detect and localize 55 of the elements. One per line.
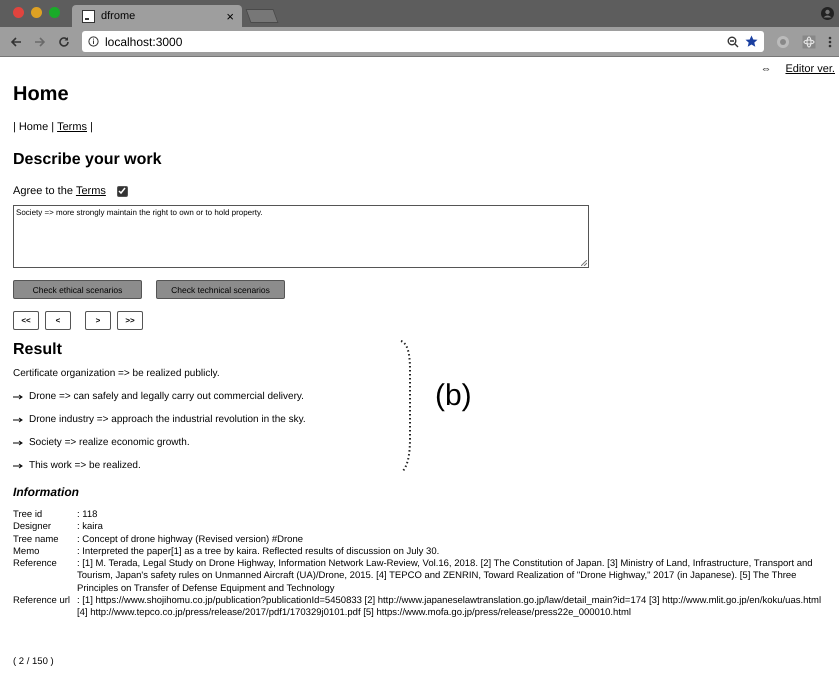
result-text: Drone => can safely and legally carry out commercial delivery.	[29, 391, 304, 402]
pager-button[interactable]: >	[85, 311, 111, 330]
profile-icon[interactable]	[821, 7, 834, 20]
pager-button[interactable]: <	[45, 311, 71, 330]
info-label: Memo	[13, 546, 40, 558]
agree-label: Agree to the	[13, 185, 73, 197]
nav-separator: |	[90, 121, 93, 133]
info-label: Tree id	[13, 509, 44, 522]
result-text: Certificate organization => be realized publicly.	[13, 368, 220, 379]
info-value: : Interpreted the paper[1] as a tree by kaira. Reflected results of discussion on July 30.	[77, 546, 440, 558]
info-icon[interactable]	[88, 36, 99, 47]
address-bar[interactable]: localhost:3000	[82, 31, 764, 52]
atom-extension-icon[interactable]	[802, 34, 816, 48]
nav-separator: |	[51, 121, 54, 133]
result-text: This work => be realized.	[29, 460, 141, 471]
info-value: : [1] https://www.shojihomu.co.jp/publication?publicationId=5450833 [2] http://www.japaneselawtranslation.go.jp/law/detail_main?id=174 [3] http://www.mlit.go.jp/en/koku/uas.html [4] http://www.tepco.co.jp/press/release/2017/pdf1/170329j0101.pdf [5] https://www.mofa.go.jp/press/release/press22e_000010.html	[77, 595, 822, 620]
check-scenarios-button[interactable]: Check technical scenarios	[156, 280, 285, 299]
page-icon	[82, 10, 95, 22]
star-icon[interactable]	[745, 35, 758, 48]
nav-link[interactable]: Terms	[57, 121, 88, 133]
info-value: : Concept of drone highway (Revised version) #Drone	[77, 534, 304, 546]
info-label: Designer	[13, 521, 52, 534]
close-tab-button[interactable]: ×	[226, 8, 234, 24]
info-label: Reference url	[13, 595, 72, 608]
info-label: Reference	[13, 558, 58, 572]
agree-checkbox[interactable]	[116, 186, 128, 196]
back-icon[interactable]	[10, 36, 22, 48]
description-field[interactable]: Society => more strongly maintain the right to own or to hold property.	[13, 205, 589, 268]
check-scenarios-button[interactable]: Check ethical scenarios	[13, 280, 142, 299]
information-heading: Information	[13, 484, 80, 500]
section-heading: Describe your work	[13, 150, 162, 170]
info-value: : kaira	[77, 521, 104, 534]
result-text: Society => realize economic growth.	[29, 437, 190, 448]
tab-title: dfrome	[101, 10, 136, 22]
reload-icon[interactable]	[58, 36, 70, 48]
pager-button[interactable]: <<	[13, 311, 39, 330]
page-count: ( 2 / 150 )	[13, 656, 55, 667]
minimize-window-icon[interactable]	[31, 7, 42, 18]
info-value: : [1] M. Terada, Legal Study on Drone Highway, Information Network Law-Review, Vol.16, 2018. [2] The Constitution of Japan. [3] Ministry of Land, Infrastructure, Transport and Tourism, Japan's safety rules on Unmanned Aircraft (UA)/Drone, 2015. [4] TEPCO and ZENRIN, Toward Realization of "Drone Highway," 2017 (in Japanese). [5] The Three Principles on Transfer of Defense Equipment and Technology	[77, 558, 814, 596]
nav-separator: |	[13, 121, 16, 133]
menu-icon[interactable]	[828, 36, 832, 48]
pager-button[interactable]: >>	[117, 311, 143, 330]
resize-grip-icon[interactable]	[581, 260, 587, 266]
result-text: Drone industry => approach the industrial revolution in the sky.	[29, 414, 306, 425]
page-title: Home	[13, 82, 70, 107]
terms-link[interactable]: Terms	[76, 185, 106, 197]
info-value: : 118	[77, 509, 98, 522]
section-heading: Result	[13, 340, 63, 360]
annotation-label: (b)	[435, 379, 472, 413]
editor-link[interactable]: Editor ver.	[785, 63, 835, 75]
swap-arrow: ⇔	[760, 63, 772, 75]
zoom-out-icon[interactable]	[727, 36, 739, 48]
browser-tab[interactable]: dfrome ×	[72, 5, 242, 27]
nav-item[interactable]: Home	[18, 121, 48, 133]
info-label: Tree name	[13, 534, 60, 546]
